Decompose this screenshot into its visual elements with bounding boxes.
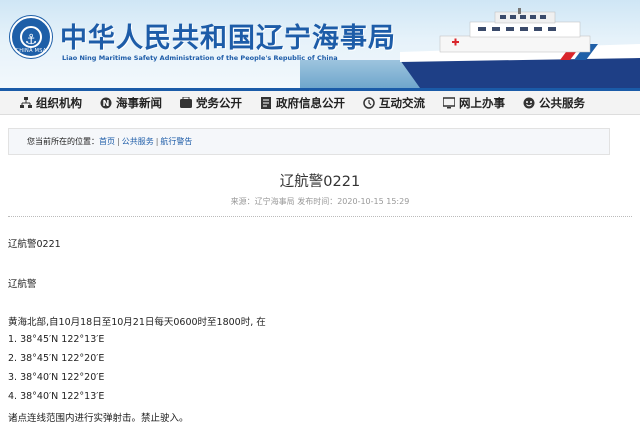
news-icon: N [100, 97, 112, 108]
breadcrumb-service-link[interactable]: 公共服务 [122, 136, 154, 147]
nav-item-label: 海事新闻 [116, 95, 162, 110]
info-icon [261, 96, 271, 109]
breadcrumb-separator: | [155, 137, 159, 146]
nav-item-label: 互动交流 [379, 95, 425, 110]
nav-item-label: 政府信息公开 [276, 95, 345, 110]
article-line: 4. 38°40′N 122°13′E [8, 391, 105, 402]
chat-icon [363, 96, 375, 109]
nav-item-service[interactable]: 公共服务 [523, 95, 585, 111]
site-header: ⚓ CHINA MSA 中华人民共和国辽宁海事局 Liao Ning Marit… [0, 0, 640, 88]
breadcrumb-prefix: 您当前所在的位置： [27, 137, 99, 146]
article-line: 2. 38°45′N 122°20′E [8, 353, 105, 364]
msa-logo[interactable]: ⚓ CHINA MSA [10, 16, 52, 58]
monitor-icon [443, 96, 455, 108]
anchor-icon: ⚓ [24, 32, 38, 48]
party-icon [180, 96, 192, 108]
article-title: 辽航警0221 [279, 174, 361, 190]
breadcrumb-warning-link[interactable]: 航行警告 [160, 136, 192, 147]
patrol-ship-icon [400, 8, 640, 88]
nav-item-label: 党务公开 [196, 95, 242, 110]
article-meta: 来源：辽宁海事局 发布时间：2020-10-15 15:29 [230, 197, 410, 206]
nav-item-org[interactable]: 组织机构 [20, 95, 82, 111]
nav-item-label: 公共服务 [539, 95, 585, 110]
org-chart-icon [20, 96, 32, 108]
article-line: 黄海北部,自10月18日至10月21日每天0600时至1800时, 在 [8, 317, 266, 328]
site-subtitle: Liao Ning Maritime Safety Administration… [62, 54, 338, 62]
nav-item-chat[interactable]: 互动交流 [363, 95, 425, 111]
article-divider [8, 216, 632, 217]
article-line: 3. 38°40′N 122°20′E [8, 372, 105, 383]
nav-item-label: 组织机构 [36, 95, 82, 110]
logo-text: CHINA MSA [15, 48, 47, 54]
article-line: 辽航警 [8, 279, 37, 290]
breadcrumb-home-link[interactable]: 首页 [99, 136, 115, 147]
nav-item-news[interactable]: N 海事新闻 [100, 95, 162, 111]
nav-item-label: 网上办事 [459, 95, 505, 110]
nav-item-party[interactable]: 党务公开 [180, 95, 242, 111]
site-title[interactable]: 中华人民共和国辽宁海事局 [60, 16, 396, 55]
nav-item-online[interactable]: 网上办事 [443, 95, 505, 111]
article-line: 1. 38°45′N 122°13′E [8, 334, 105, 345]
nav-item-info[interactable]: 政府信息公开 [260, 95, 345, 111]
article-line: 辽航警0221 [8, 239, 61, 250]
breadcrumb: 您当前所在的位置： 首页 | 公共服务 | 航行警告 [8, 128, 610, 155]
breadcrumb-separator: | [117, 137, 120, 146]
logo-ring: ⚓ [20, 26, 42, 48]
main-nav: 组织机构 N 海事新闻 党务公开 政府信息公开 互动交流 网上办事 公共服务 [0, 88, 640, 115]
service-icon [523, 97, 535, 108]
svg-text:N: N [103, 99, 110, 108]
article-line: 诸点连线范围内进行实弹射击。禁止驶入。 [8, 413, 189, 424]
